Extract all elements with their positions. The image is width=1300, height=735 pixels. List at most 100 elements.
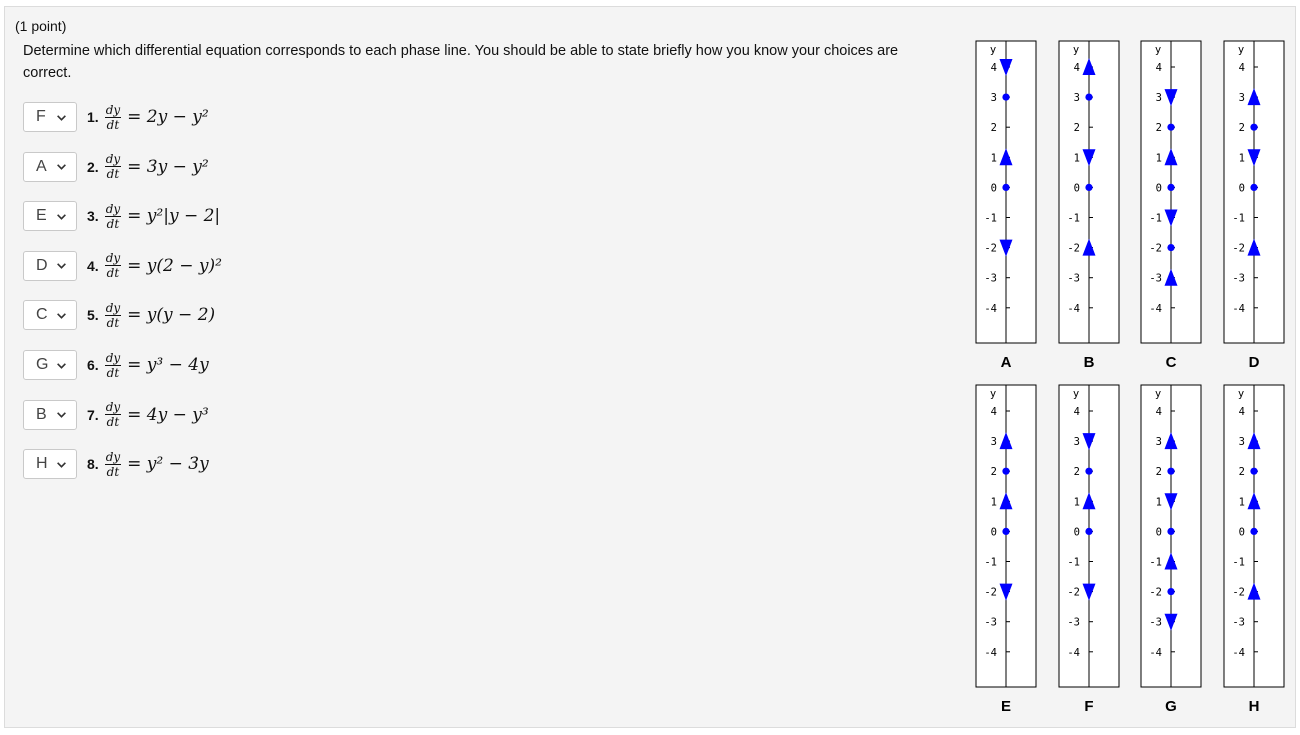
tick-label: -1 bbox=[1149, 213, 1162, 225]
tick-label: -3 bbox=[984, 617, 997, 629]
tick-label: 4 bbox=[1156, 62, 1162, 74]
tick-label: 3 bbox=[1156, 92, 1162, 104]
axis-label: y bbox=[1155, 388, 1161, 400]
tick-label: 0 bbox=[1239, 526, 1245, 538]
axis-label: y bbox=[990, 44, 996, 56]
equilibrium-dot bbox=[1167, 588, 1175, 596]
tick-label: 4 bbox=[1074, 62, 1080, 74]
axis-label: y bbox=[1073, 44, 1079, 56]
tick-label: 1 bbox=[1074, 496, 1080, 508]
equilibrium-dot bbox=[1167, 467, 1175, 475]
tick-label: 3 bbox=[1074, 92, 1080, 104]
equilibrium-dot bbox=[1002, 183, 1010, 191]
phase-line-label: D bbox=[1249, 354, 1260, 371]
equilibrium-dot bbox=[1085, 93, 1093, 101]
equilibrium-dot bbox=[1250, 123, 1258, 131]
tick-label: 4 bbox=[991, 62, 997, 74]
tick-label: -2 bbox=[1067, 587, 1080, 599]
equilibrium-dot bbox=[1167, 244, 1175, 252]
tick-label: 3 bbox=[991, 92, 997, 104]
tick-label: -2 bbox=[1232, 243, 1245, 255]
axis-label: y bbox=[1155, 44, 1161, 56]
equilibrium-dot bbox=[1250, 183, 1258, 191]
axis-label: y bbox=[1238, 388, 1244, 400]
tick-label: 2 bbox=[1156, 122, 1162, 134]
phase-line-h: y 4 3 2 1 0 -1 -2 -3 -4 H bbox=[1223, 384, 1285, 715]
tick-label: 0 bbox=[1156, 526, 1162, 538]
tick-label: 1 bbox=[991, 152, 997, 164]
tick-label: -2 bbox=[984, 243, 997, 255]
phase-line-label: F bbox=[1084, 698, 1093, 715]
equilibrium-dot bbox=[1167, 527, 1175, 536]
tick-label: 2 bbox=[1239, 466, 1245, 478]
tick-label: 1 bbox=[1156, 496, 1162, 508]
phase-line-label: A bbox=[1001, 354, 1012, 371]
tick-label: 4 bbox=[1074, 406, 1080, 418]
phase-line-label: B bbox=[1084, 354, 1095, 371]
phase-line-f: y 4 3 2 1 0 -1 -2 -3 -4 F bbox=[1058, 384, 1120, 715]
phase-line-a: y 4 3 2 1 0 -1 -2 -3 -4 A bbox=[975, 40, 1037, 371]
tick-label: 1 bbox=[1239, 152, 1245, 164]
tick-label: 0 bbox=[1239, 182, 1245, 194]
tick-label: -3 bbox=[1232, 617, 1245, 629]
tick-label: -3 bbox=[1149, 617, 1162, 629]
tick-label: 4 bbox=[1239, 406, 1245, 418]
equilibrium-dot bbox=[1250, 527, 1258, 536]
tick-label: -4 bbox=[1232, 303, 1245, 315]
tick-label: -1 bbox=[1232, 213, 1245, 225]
tick-label: -2 bbox=[984, 587, 997, 599]
phase-lines-figure: y 4 3 2 1 0 -1 -2 -3 -4 Ay 4 3 2 1 0 -1 -2 -3 -4 By 4 3 2 1 0 -1 -2… bbox=[975, 40, 1285, 715]
tick-label: -4 bbox=[984, 647, 997, 659]
tick-label: -4 bbox=[1149, 647, 1162, 659]
tick-label: -3 bbox=[1149, 273, 1162, 285]
tick-label: 4 bbox=[1239, 62, 1245, 74]
tick-label: 1 bbox=[1074, 152, 1080, 164]
tick-label: 0 bbox=[1074, 526, 1080, 538]
axis-label: y bbox=[1238, 44, 1244, 56]
phase-line-label: H bbox=[1249, 698, 1260, 715]
tick-label: 0 bbox=[991, 526, 997, 538]
problem-panel: (1 point) Determine which differential e… bbox=[4, 6, 1296, 728]
equilibrium-dot bbox=[1250, 467, 1258, 475]
tick-label: -1 bbox=[984, 213, 997, 225]
tick-label: 1 bbox=[991, 496, 997, 508]
phase-line-label: G bbox=[1165, 698, 1177, 715]
tick-label: 2 bbox=[991, 122, 997, 134]
tick-label: -1 bbox=[984, 557, 997, 569]
equilibrium-dot bbox=[1002, 93, 1010, 101]
tick-label: 4 bbox=[1156, 406, 1162, 418]
phase-line-d: y 4 3 2 1 0 -1 -2 -3 -4 D bbox=[1223, 40, 1285, 371]
phase-line-e: y 4 3 2 1 0 -1 -2 -3 -4 E bbox=[975, 384, 1037, 715]
tick-label: -1 bbox=[1067, 557, 1080, 569]
axis-label: y bbox=[990, 388, 996, 400]
tick-label: -4 bbox=[1232, 647, 1245, 659]
tick-label: -3 bbox=[1232, 273, 1245, 285]
tick-label: -3 bbox=[1067, 617, 1080, 629]
phase-line-c: y 4 3 2 1 0 -1 -2 -3 -4 C bbox=[1140, 40, 1202, 371]
tick-label: -2 bbox=[1149, 243, 1162, 255]
tick-label: 3 bbox=[991, 436, 997, 448]
tick-label: 3 bbox=[1156, 436, 1162, 448]
tick-label: 2 bbox=[1156, 466, 1162, 478]
tick-label: -4 bbox=[984, 303, 997, 315]
tick-label: -4 bbox=[1149, 303, 1162, 315]
equilibrium-dot bbox=[1085, 467, 1093, 475]
phase-line-b: y 4 3 2 1 0 -1 -2 -3 -4 B bbox=[1058, 40, 1120, 371]
tick-label: 0 bbox=[1156, 182, 1162, 194]
equilibrium-dot bbox=[1085, 183, 1093, 191]
tick-label: 1 bbox=[1239, 496, 1245, 508]
tick-label: 3 bbox=[1074, 436, 1080, 448]
tick-label: 2 bbox=[1239, 122, 1245, 134]
equilibrium-dot bbox=[1002, 467, 1010, 475]
tick-label: 2 bbox=[991, 466, 997, 478]
phase-line-label: E bbox=[1001, 698, 1011, 715]
tick-label: -2 bbox=[1232, 587, 1245, 599]
tick-label: 4 bbox=[991, 406, 997, 418]
tick-label: -3 bbox=[1067, 273, 1080, 285]
phase-line-label: C bbox=[1166, 354, 1177, 371]
tick-label: -3 bbox=[984, 273, 997, 285]
equilibrium-dot bbox=[1167, 123, 1175, 131]
tick-label: 0 bbox=[1074, 182, 1080, 194]
tick-label: -1 bbox=[1232, 557, 1245, 569]
tick-label: -4 bbox=[1067, 303, 1080, 315]
